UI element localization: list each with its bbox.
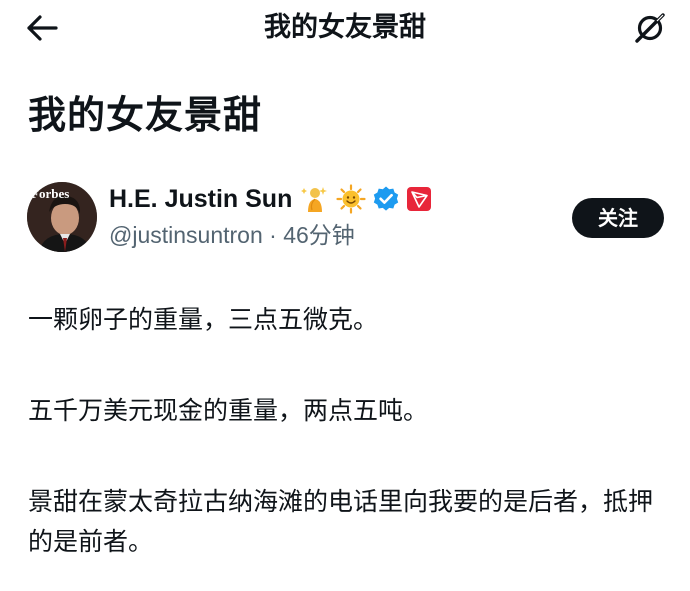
grok-icon bbox=[635, 13, 665, 43]
sun-emoji-icon bbox=[336, 184, 366, 214]
article-title: 我的女友景甜 bbox=[28, 93, 263, 137]
paragraph-1: 一颗卵子的重量，三点五微克。 bbox=[28, 305, 379, 334]
paragraph-2: 五千万美元现金的重量，两点五吨。 bbox=[28, 396, 429, 425]
name-line: H.E. Justin Sun bbox=[109, 182, 432, 216]
meta-separator: · bbox=[269, 222, 277, 248]
avatar-image: Forbes bbox=[27, 182, 97, 252]
avatar-forbes-text: Forbes bbox=[31, 186, 69, 201]
author-row: Forbes H.E. Justin Sun @justinsuntron · … bbox=[27, 180, 664, 254]
post-time: 46分钟 bbox=[283, 222, 355, 248]
author-handle[interactable]: @justinsuntron bbox=[109, 222, 263, 248]
paragraph-3: 景甜在蒙太奇拉古纳海滩的电话里向我要的是后者，抵押的是前者。 bbox=[28, 487, 654, 556]
avatar[interactable]: Forbes bbox=[27, 182, 97, 252]
page-title: 我的女友景甜 bbox=[264, 12, 426, 43]
author-info: H.E. Justin Sun @justinsuntron · 46分钟 bbox=[109, 182, 432, 250]
grok-button[interactable] bbox=[630, 10, 670, 46]
tron-logo-icon bbox=[406, 186, 432, 212]
top-bar: 我的女友景甜 bbox=[0, 0, 690, 56]
author-meta: @justinsuntron · 46分钟 bbox=[109, 220, 432, 250]
follow-button[interactable]: 关注 bbox=[572, 198, 664, 238]
verified-badge-icon bbox=[372, 185, 400, 213]
genie-emoji-icon bbox=[300, 184, 330, 214]
author-name[interactable]: H.E. Justin Sun bbox=[109, 182, 292, 216]
